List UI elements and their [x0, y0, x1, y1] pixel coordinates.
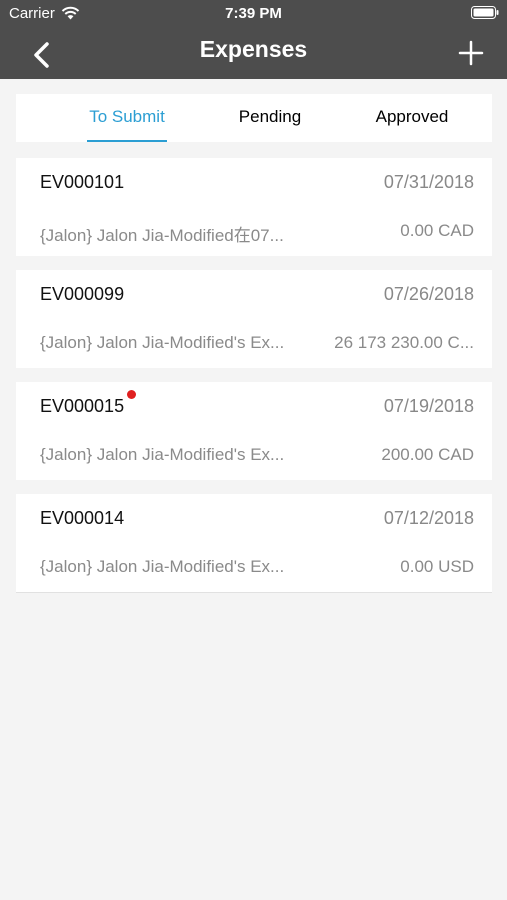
- tab-label: Pending: [238, 107, 302, 126]
- expense-date: 07/26/2018: [383, 284, 474, 304]
- expense-amount: 0.00 CAD: [400, 221, 474, 240]
- expense-amount: 26 173 230.00 C...: [334, 333, 474, 352]
- tab-bar: To Submit Pending Approved: [16, 94, 492, 142]
- expense-card[interactable]: EV000014 07/12/2018 {Jalon} Jalon Jia-Mo…: [16, 494, 492, 592]
- expense-id: EV000099: [40, 284, 125, 304]
- expense-description: {Jalon} Jalon Jia-Modified在07...: [40, 226, 284, 245]
- expense-id: EV000101: [40, 172, 125, 192]
- tab-label: To Submit: [87, 94, 167, 142]
- expense-id: EV000014: [40, 508, 125, 528]
- tab-pending[interactable]: Pending: [228, 94, 312, 142]
- tab-label: Approved: [375, 107, 449, 126]
- expense-date: 07/31/2018: [383, 172, 474, 192]
- plus-icon: [458, 40, 484, 66]
- tab-approved[interactable]: Approved: [366, 94, 458, 142]
- list-divider: [16, 592, 492, 593]
- expense-description: {Jalon} Jalon Jia-Modified's Ex...: [40, 445, 285, 464]
- expense-description: {Jalon} Jalon Jia-Modified's Ex...: [40, 333, 285, 352]
- battery-icon: [471, 6, 499, 19]
- expense-card[interactable]: EV000099 07/26/2018 {Jalon} Jalon Jia-Mo…: [16, 270, 492, 368]
- tab-to-submit[interactable]: To Submit: [87, 94, 167, 142]
- status-time: 7:39 PM: [225, 5, 282, 22]
- page-title: Expenses: [199, 36, 308, 62]
- expense-card[interactable]: EV000101 07/31/2018 {Jalon} Jalon Jia-Mo…: [16, 158, 492, 256]
- expense-description: {Jalon} Jalon Jia-Modified's Ex...: [40, 557, 285, 576]
- status-bar: Carrier 7:39 PM: [0, 0, 507, 28]
- unread-badge: [127, 390, 136, 399]
- expense-card[interactable]: EV000015 07/19/2018 {Jalon} Jalon Jia-Mo…: [16, 382, 492, 480]
- expense-date: 07/12/2018: [383, 508, 474, 528]
- add-expense-button[interactable]: [456, 38, 486, 68]
- expense-id: EV000015: [40, 396, 125, 416]
- expense-amount: 200.00 CAD: [381, 445, 474, 464]
- navigation-bar: Carrier 7:39 PM Expenses: [0, 0, 507, 79]
- expense-amount: 0.00 USD: [400, 557, 474, 576]
- expense-date: 07/19/2018: [383, 396, 474, 416]
